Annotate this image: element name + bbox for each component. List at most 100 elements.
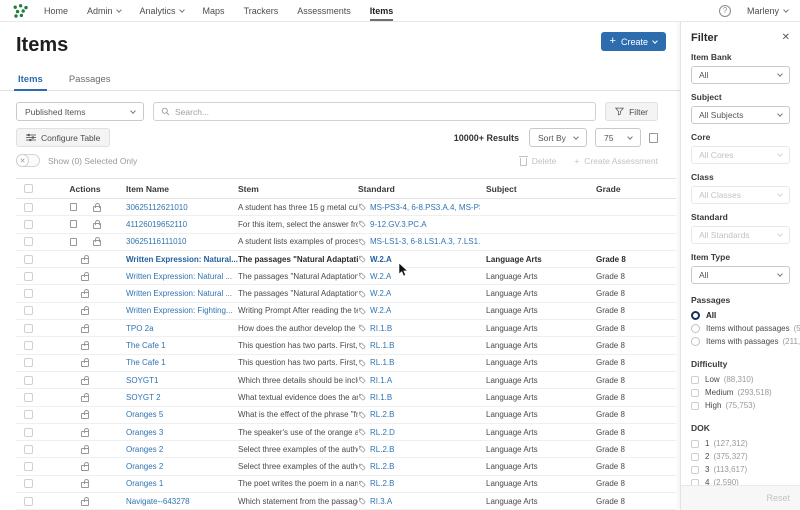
nav-item-maps[interactable]: Maps	[203, 0, 225, 21]
row-checkbox[interactable]	[24, 306, 33, 316]
lock-icon[interactable]	[81, 496, 89, 506]
item-name-link[interactable]: Oranges 1	[126, 479, 163, 488]
row-checkbox[interactable]	[24, 219, 33, 229]
lock-icon[interactable]	[81, 358, 89, 368]
lock-icon[interactable]	[81, 462, 89, 472]
standard-link[interactable]: RL.2.B	[370, 462, 394, 471]
item-name-link[interactable]: SOYGT 2	[126, 393, 161, 402]
row-checkbox[interactable]	[24, 341, 33, 351]
standard-link[interactable]: W.2.A	[370, 289, 391, 298]
lock-icon[interactable]	[81, 392, 89, 402]
lock-icon[interactable]	[81, 479, 89, 489]
row-checkbox[interactable]	[24, 496, 33, 506]
filter-button[interactable]: Filter	[605, 102, 658, 121]
standard-link[interactable]: RL.2.B	[370, 479, 394, 488]
standard-link[interactable]: RI.3.A	[370, 497, 392, 506]
item-name-link[interactable]: The Cafe 1	[126, 358, 166, 367]
item-name-link[interactable]: 30625116111010	[126, 237, 187, 246]
checkbox-dok-3[interactable]: 3 (113,617)	[691, 463, 790, 476]
help-icon[interactable]: ?	[718, 4, 731, 17]
row-checkbox[interactable]	[24, 444, 33, 454]
page-size-select[interactable]: 75	[595, 128, 641, 147]
checkbox-high[interactable]: High (75,753)	[691, 399, 790, 412]
row-checkbox[interactable]	[24, 375, 33, 385]
lock-icon[interactable]	[81, 341, 89, 351]
standard-link[interactable]: MS-LS1-3, 6-8.LS1.A.3, 7.LS1.4, MS-LS1-3…	[370, 237, 480, 246]
create-assessment-button[interactable]: + Create Assessment	[574, 156, 658, 166]
standard-link[interactable]: RI.1.B	[370, 324, 392, 333]
lock-icon[interactable]	[92, 237, 101, 247]
item-name-link[interactable]: 30625112621010	[126, 203, 188, 212]
lock-icon[interactable]	[81, 375, 89, 385]
standard-link[interactable]: W.2.A	[370, 255, 392, 264]
item-name-link[interactable]: SOYGT1	[126, 376, 158, 385]
item-name-link[interactable]: 41126019652110	[126, 220, 187, 229]
item-name-link[interactable]: Written Expression: Natural ...	[126, 272, 232, 281]
class-select[interactable]: All Classes	[691, 186, 790, 204]
reset-button[interactable]: Reset	[766, 493, 790, 503]
lock-icon[interactable]	[92, 202, 101, 212]
tab-passages[interactable]: Passages	[69, 72, 111, 90]
standard-link[interactable]: RL.1.B	[370, 358, 394, 367]
lock-icon[interactable]	[92, 219, 101, 229]
nav-item-assessments[interactable]: Assessments	[297, 0, 351, 21]
standard-link[interactable]: W.2.A	[370, 272, 391, 281]
nav-item-admin[interactable]: Admin	[87, 0, 122, 21]
lock-icon[interactable]	[81, 289, 89, 299]
standard-link[interactable]: W.2.A	[370, 306, 391, 315]
lock-icon[interactable]	[81, 254, 89, 264]
lock-icon[interactable]	[81, 323, 89, 333]
create-button[interactable]: + Create	[600, 32, 666, 51]
standard-link[interactable]: RL.2.D	[370, 428, 395, 437]
close-icon[interactable]: ✕	[782, 33, 790, 43]
subject-select[interactable]: All Subjects	[691, 106, 790, 124]
copy-icon[interactable]	[69, 202, 81, 212]
configure-table-button[interactable]: Configure Table	[16, 128, 111, 147]
row-checkbox[interactable]	[24, 410, 33, 420]
select-all-checkbox[interactable]	[24, 184, 33, 193]
standard-link[interactable]: MS-PS3-4, 6-8.PS3.A.4, MS-PS3-4, 7-MS-PS…	[370, 203, 480, 212]
copy-icon[interactable]	[69, 219, 81, 229]
row-checkbox[interactable]	[24, 202, 33, 212]
row-checkbox[interactable]	[24, 254, 33, 264]
checkbox-low[interactable]: Low (88,310)	[691, 373, 790, 386]
item-name-link[interactable]: Written Expression: Natural...	[126, 255, 238, 264]
stack-icon[interactable]	[649, 130, 661, 143]
sort-by-select[interactable]: Sort By	[529, 128, 587, 147]
nav-item-items[interactable]: Items	[369, 0, 393, 21]
checkbox-dok-2[interactable]: 2 (375,327)	[691, 450, 790, 463]
item-bank-select[interactable]: All	[691, 66, 790, 84]
lock-icon[interactable]	[81, 410, 89, 420]
row-checkbox[interactable]	[24, 392, 33, 402]
row-checkbox[interactable]	[24, 237, 33, 247]
published-items-select[interactable]: Published Items	[16, 102, 144, 121]
item-name-link[interactable]: Written Expression: Fighting...	[126, 306, 233, 315]
item-type-select[interactable]: All	[691, 266, 790, 284]
radio-items-with-passages[interactable]: Items with passages (211,399)	[691, 335, 800, 348]
radio-items-without-passages[interactable]: Items without passages (538,437)	[691, 322, 800, 335]
standard-link[interactable]: RL.2.B	[370, 410, 394, 419]
row-checkbox[interactable]	[24, 427, 33, 437]
tab-items[interactable]: Items	[14, 72, 47, 91]
item-name-link[interactable]: Navigate--643278	[126, 497, 190, 506]
radio-all[interactable]: All	[691, 309, 790, 322]
delete-button[interactable]: Delete	[518, 155, 556, 166]
standard-link[interactable]: RI.1.B	[370, 393, 392, 402]
row-checkbox[interactable]	[24, 323, 33, 333]
row-checkbox[interactable]	[24, 271, 33, 281]
lock-icon[interactable]	[81, 271, 89, 281]
show-selected-toggle[interactable]: ✕	[16, 154, 40, 167]
item-name-link[interactable]: Oranges 2	[126, 462, 163, 471]
item-name-link[interactable]: Written Expression: Natural ...	[126, 289, 232, 298]
user-menu[interactable]: Marleny	[747, 6, 789, 16]
item-name-link[interactable]: Oranges 5	[126, 410, 163, 419]
nav-item-trackers[interactable]: Trackers	[244, 0, 279, 21]
search-input[interactable]	[175, 106, 589, 117]
standard-select[interactable]: All Standards	[691, 226, 790, 244]
item-name-link[interactable]: TPO 2a	[126, 324, 154, 333]
item-name-link[interactable]: The Cafe 1	[126, 341, 166, 350]
standard-link[interactable]: RL.2.B	[370, 445, 394, 454]
lock-icon[interactable]	[81, 444, 89, 454]
standard-link[interactable]: 9-12.GV.3.PC.A	[370, 220, 427, 229]
row-checkbox[interactable]	[24, 358, 33, 368]
